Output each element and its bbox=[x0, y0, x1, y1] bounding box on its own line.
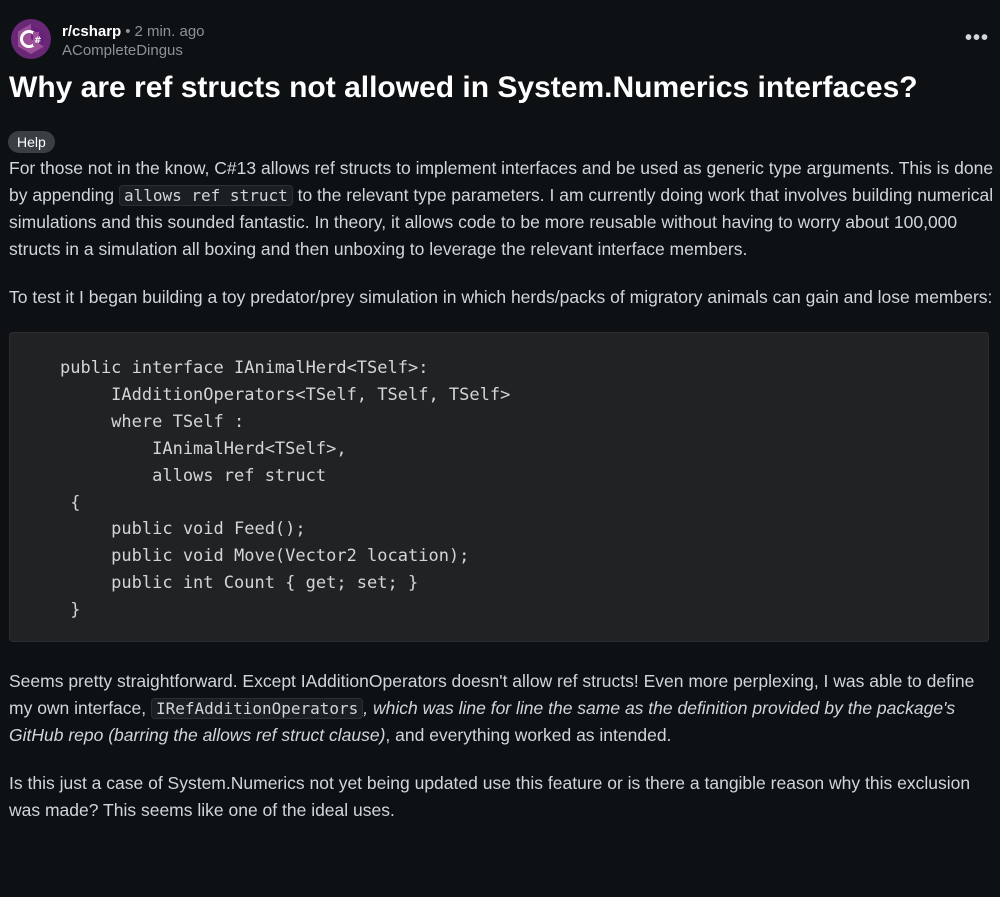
subreddit-avatar[interactable]: # bbox=[11, 19, 51, 59]
svg-text:#: # bbox=[34, 36, 42, 46]
more-options-icon[interactable]: ••• bbox=[965, 28, 989, 48]
code-block: public interface IAnimalHerd<TSelf>: IAd… bbox=[9, 332, 989, 642]
post-header: # r/csharp • 2 min. ago ACompleteDingus ••… bbox=[8, 16, 992, 62]
csharp-logo-icon: # bbox=[18, 24, 44, 54]
paragraph-3: Seems pretty straightforward. Except IAd… bbox=[9, 671, 975, 745]
post-time: 2 min. ago bbox=[134, 23, 205, 40]
post-title: Why are ref structs not allowed in Syste… bbox=[9, 71, 918, 104]
inline-code: allows ref struct bbox=[118, 185, 293, 206]
code-content: public interface IAnimalHerd<TSelf>: IAd… bbox=[60, 358, 511, 621]
author-link[interactable]: ACompleteDingus bbox=[62, 41, 205, 60]
inline-code: IRefAdditionOperators bbox=[151, 698, 364, 719]
paragraph-4: Is this just a case of System.Numerics n… bbox=[9, 773, 971, 820]
post-meta: r/csharp • 2 min. ago ACompleteDingus bbox=[62, 22, 205, 60]
flair-badge[interactable]: Help bbox=[8, 131, 55, 153]
meta-separator: • bbox=[125, 23, 131, 40]
subreddit-link[interactable]: r/csharp bbox=[62, 23, 121, 40]
paragraph-1: For those not in the know, C#13 allows r… bbox=[9, 158, 994, 259]
paragraph-2: To test it I began building a toy predat… bbox=[9, 287, 993, 307]
post-body: For those not in the know, C#13 allows r… bbox=[9, 155, 994, 845]
